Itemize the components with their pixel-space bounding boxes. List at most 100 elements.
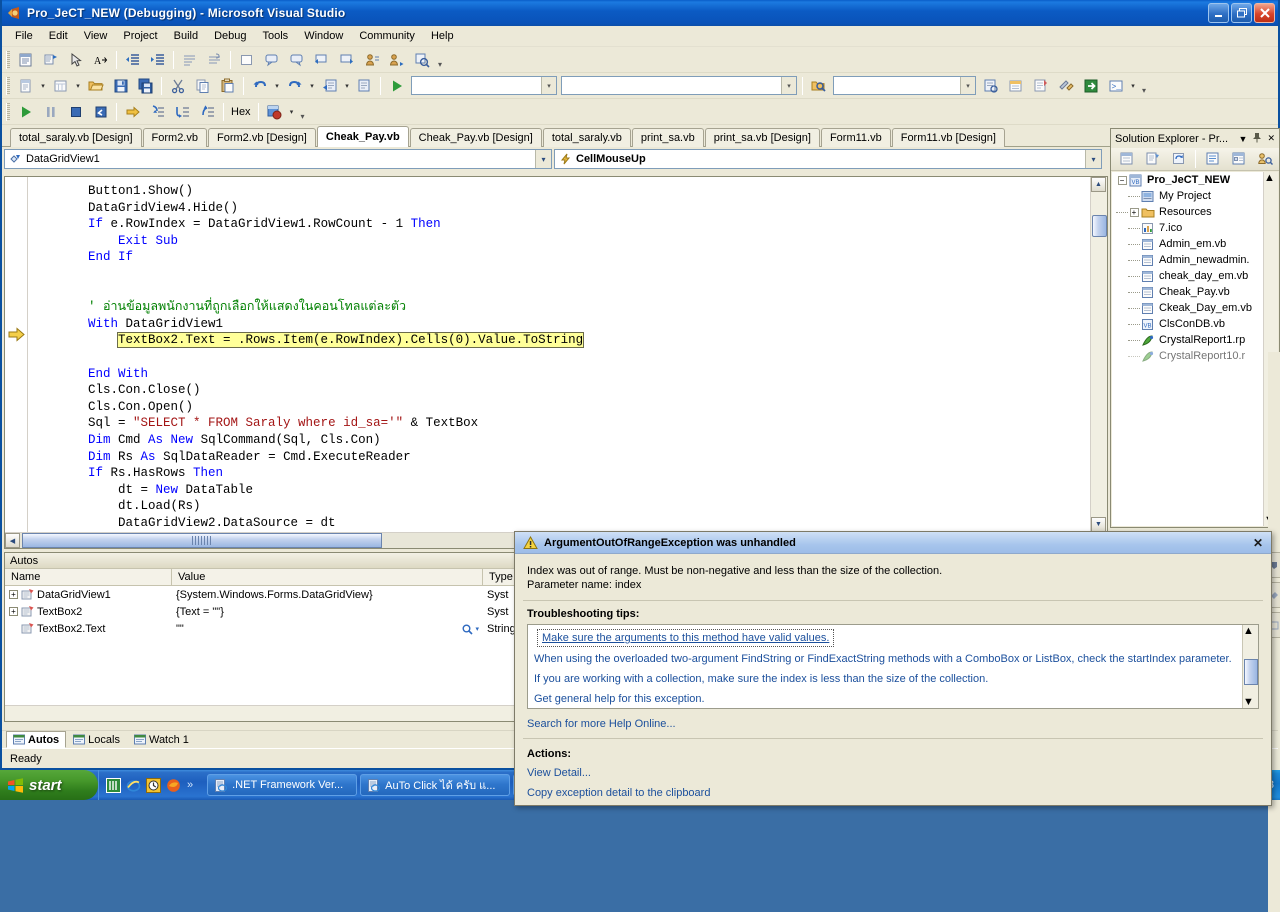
doctab-print-sa[interactable]: print_sa.vb <box>631 128 704 147</box>
menu-item-edit[interactable]: Edit <box>41 28 76 44</box>
tree-node-project-root[interactable]: − VB Pro_JeCT_NEW <box>1112 172 1263 188</box>
font-size-icon[interactable]: A <box>89 49 112 71</box>
doctab-form11-design[interactable]: Form11.vb [Design] <box>891 128 1005 147</box>
command-window-dropdown-icon[interactable]: ▾ <box>1128 75 1138 97</box>
autos-horizontal-scrollbar[interactable] <box>5 705 556 721</box>
restore-button[interactable] <box>1231 3 1252 23</box>
doctab-form2[interactable]: Form2.vb <box>142 128 207 147</box>
user-task-icon[interactable] <box>360 49 383 71</box>
clock-tool-icon[interactable] <box>145 777 161 793</box>
decrease-indent-icon[interactable] <box>121 49 144 71</box>
doctab-cheak-pay[interactable]: Cheak_Pay.vb <box>316 126 409 147</box>
restart-icon[interactable] <box>89 101 112 123</box>
view-designer-icon[interactable] <box>1227 148 1250 170</box>
new-project-icon[interactable] <box>14 75 37 97</box>
menu-item-community[interactable]: Community <box>351 28 423 44</box>
user-task-next-icon[interactable] <box>385 49 408 71</box>
tree-node-crystalreport10[interactable]: CrystalReport10.r <box>1112 348 1263 364</box>
auto-hide-pin-icon[interactable] <box>1252 132 1262 145</box>
toggle-bookmark-icon[interactable] <box>39 49 62 71</box>
hexadecimal-display-button[interactable]: Hex <box>227 106 255 118</box>
tree-node-ckeak-day-em[interactable]: Ckeak_Day_em.vb <box>1112 300 1263 316</box>
add-new-item-icon[interactable] <box>49 75 72 97</box>
navigate-forward-icon[interactable] <box>353 75 376 97</box>
breakpoints-window-icon[interactable] <box>263 101 286 123</box>
find-combo[interactable]: ▾ <box>833 76 976 95</box>
navigate-backward-icon[interactable] <box>318 75 341 97</box>
copy-icon[interactable] <box>191 75 214 97</box>
close-button[interactable] <box>1254 3 1275 23</box>
minimize-button[interactable] <box>1208 3 1229 23</box>
visualizer-dropdown-icon[interactable]: ▾ <box>475 625 479 633</box>
solution-explorer-toolbar-icon[interactable] <box>979 75 1002 97</box>
object-browser-icon[interactable] <box>1029 75 1052 97</box>
autos-value-cell[interactable]: {System.Windows.Forms.DataGridView} <box>172 589 483 601</box>
table-row[interactable]: TextBox2.Text "" ▾ String <box>5 620 556 637</box>
menu-item-tools[interactable]: Tools <box>255 28 297 44</box>
search-help-online-link[interactable]: Search for more Help Online... <box>515 709 1271 738</box>
show-all-files-icon[interactable] <box>1141 148 1164 170</box>
tip-link-4[interactable]: Get general help for this exception. <box>528 689 1258 708</box>
class-diagram-icon[interactable] <box>1253 148 1276 170</box>
uncomment-lines-icon[interactable] <box>203 49 226 71</box>
toolbar-grip[interactable] <box>6 76 10 95</box>
tips-scrollbar[interactable]: ▲ ▼ <box>1242 625 1258 708</box>
scroll-up-icon[interactable]: ▲ <box>1091 177 1106 192</box>
pointer-icon[interactable] <box>64 49 87 71</box>
toggle-outlining-icon[interactable] <box>235 49 258 71</box>
editor-indicator-margin[interactable] <box>5 177 27 548</box>
tip-link-1[interactable]: Make sure the arguments to this method h… <box>537 629 835 647</box>
task-list-next-icon[interactable] <box>335 49 358 71</box>
tree-node-admin-em[interactable]: Admin_em.vb <box>1112 236 1263 252</box>
toolbar-overflow-icon[interactable]: ▾ <box>1138 75 1150 97</box>
autos-value-cell[interactable]: "" ▾ <box>172 623 483 635</box>
solution-configurations-combo[interactable]: ▾ <box>411 76 557 95</box>
search-tasks-icon[interactable] <box>410 49 433 71</box>
exception-assistant-dialog[interactable]: ArgumentOutOfRangeException was unhandle… <box>514 531 1272 806</box>
tree-node-cheak-pay[interactable]: Cheak_Pay.vb <box>1112 284 1263 300</box>
breakpoints-dropdown-icon[interactable]: ▾ <box>287 101 297 123</box>
chevron-down-icon[interactable]: ▾ <box>535 150 551 168</box>
table-row[interactable]: + DataGridView1 {System.Windows.Forms.Da… <box>5 586 556 603</box>
taskbar-button-auto-click[interactable]: AuTo Click ได้ ครับ แ... <box>360 774 511 796</box>
tip-link-2[interactable]: When using the overloaded two-argument F… <box>528 649 1258 669</box>
media-player-icon[interactable] <box>105 777 121 793</box>
redo-dropdown-icon[interactable]: ▾ <box>307 75 317 97</box>
start-debugging-icon[interactable] <box>385 75 408 97</box>
tree-node-admin-newadmin[interactable]: Admin_newadmin. <box>1112 252 1263 268</box>
editor-vertical-scrollbar[interactable]: ▲ ▼ <box>1090 177 1107 532</box>
new-project-dropdown-icon[interactable]: ▾ <box>38 75 48 97</box>
class-name-combo[interactable]: DataGridView1 ▾ <box>4 149 552 169</box>
cut-icon[interactable] <box>166 75 189 97</box>
add-new-item-dropdown-icon[interactable]: ▾ <box>73 75 83 97</box>
troubleshooting-tips-list[interactable]: Make sure the arguments to this method h… <box>527 624 1259 709</box>
expander[interactable]: − <box>1116 175 1128 185</box>
increase-indent-icon[interactable] <box>146 49 169 71</box>
scroll-up-icon[interactable]: ▲ <box>1264 172 1278 184</box>
navigate-dropdown-icon[interactable]: ▾ <box>342 75 352 97</box>
continue-icon[interactable] <box>14 101 37 123</box>
scroll-thumb[interactable] <box>1092 215 1107 237</box>
taskbar-button-dotnet-framework[interactable]: .NET Framework Ver... <box>207 774 358 796</box>
undo-icon[interactable] <box>248 75 271 97</box>
toolbar-grip[interactable] <box>6 102 10 121</box>
solution-tree[interactable]: − VB Pro_JeCT_NEW My Project + Resources… <box>1112 172 1263 526</box>
tree-node-my-project[interactable]: My Project <box>1112 188 1263 204</box>
scroll-up-icon[interactable]: ▲ <box>1243 625 1258 637</box>
start-page-icon[interactable] <box>1079 75 1102 97</box>
expander[interactable]: + <box>1128 207 1140 217</box>
quick-launch-overflow-icon[interactable]: » <box>185 779 195 791</box>
step-over-icon[interactable] <box>171 101 194 123</box>
menu-item-debug[interactable]: Debug <box>206 28 254 44</box>
code-text[interactable]: Button1.Show() DataGridView4.Hide() If e… <box>28 183 1089 532</box>
tree-node-cheak-day-em[interactable]: cheak_day_em.vb <box>1112 268 1263 284</box>
tree-node-resources[interactable]: + Resources <box>1112 204 1263 220</box>
autos-header-value[interactable]: Value <box>172 569 483 585</box>
toolbar-overflow-icon[interactable]: ▾ <box>434 49 446 71</box>
method-name-combo[interactable]: CellMouseUp ▾ <box>554 149 1102 169</box>
view-detail-link[interactable]: View Detail... <box>515 763 1271 783</box>
view-code-icon[interactable] <box>1201 148 1224 170</box>
scroll-down-icon[interactable]: ▼ <box>1243 696 1254 708</box>
doctab-form2-design[interactable]: Form2.vb [Design] <box>208 128 316 147</box>
refresh-icon[interactable] <box>1167 148 1190 170</box>
